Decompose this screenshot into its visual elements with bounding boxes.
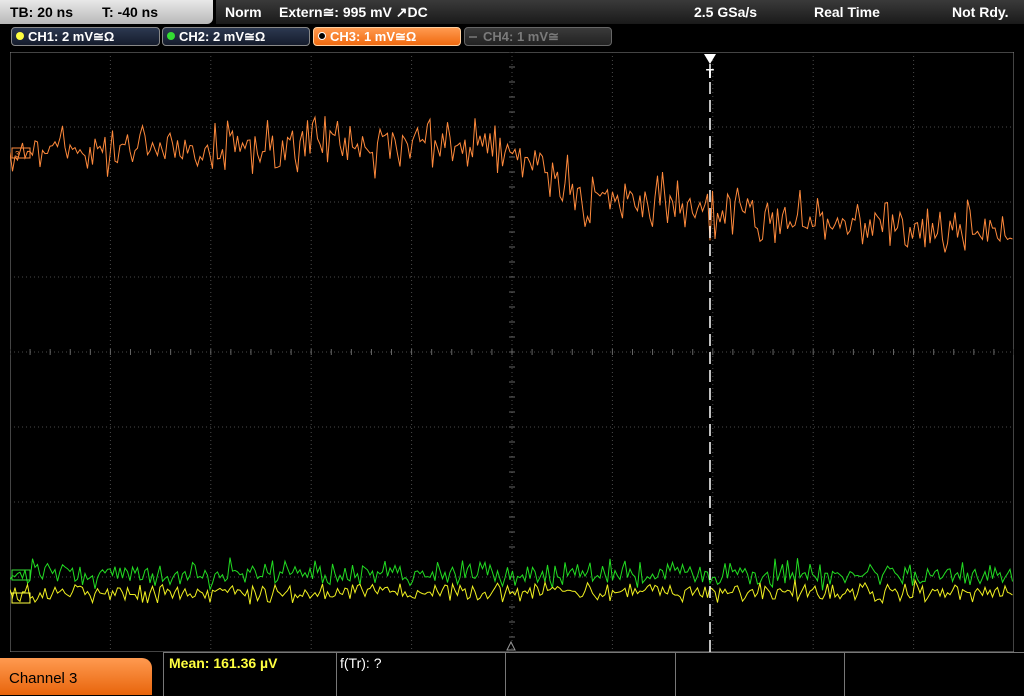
- tab-ch1[interactable]: CH1: 2 mV≅Ω: [11, 27, 160, 46]
- meas-cell-mean[interactable]: Mean: 161.36 µV: [163, 653, 337, 696]
- timebase-box[interactable]: TB: 20 ns T: -40 ns: [0, 0, 213, 24]
- meas-cell-empty-2[interactable]: [675, 653, 845, 696]
- ch4-label: CH4: 1 mV≅: [483, 29, 559, 44]
- ch4-off-icon: [469, 36, 477, 38]
- meas-cell-ftr[interactable]: f(Tr): ?: [336, 653, 506, 696]
- ftr-readout: f(Tr): ?: [340, 655, 382, 671]
- svg-text:3: 3: [15, 150, 20, 159]
- channel-menu-button[interactable]: Channel 3: [0, 658, 152, 695]
- trigger-time-value: T: -40 ns: [102, 4, 159, 20]
- ch3-label: CH3: 1 mV≅Ω: [330, 29, 417, 44]
- mean-readout: Mean: 161.36 µV: [169, 655, 278, 671]
- ch1-dot-icon: [16, 32, 24, 40]
- top-bar: TB: 20 ns T: -40 ns Norm Extern≅: 995 mV…: [0, 0, 1024, 24]
- bottom-bar: Channel 3 Mean: 161.36 µV f(Tr): ?: [0, 652, 1024, 696]
- trigger-marker-label: T: [706, 66, 714, 81]
- timebase-value: TB: 20 ns: [10, 4, 74, 20]
- ch3-dot-icon: [318, 32, 326, 40]
- ready-status: Not Rdy.: [952, 4, 1009, 20]
- tab-ch2[interactable]: CH2: 2 mV≅Ω: [162, 27, 310, 46]
- meas-cell-empty-1[interactable]: [505, 653, 676, 696]
- waveform-display[interactable]: T 3: [10, 52, 1014, 652]
- tab-ch3[interactable]: CH3: 1 mV≅Ω: [313, 27, 461, 46]
- measurement-panel: Mean: 161.36 µV f(Tr): ?: [163, 652, 1024, 696]
- ch2-dot-icon: [167, 32, 175, 40]
- status-bar[interactable]: Norm Extern≅: 995 mV ↗DC 2.5 GSa/s Real …: [216, 0, 1024, 24]
- acq-type: Real Time: [814, 4, 880, 20]
- meas-cell-empty-3[interactable]: [844, 653, 1024, 696]
- channel-tabs: CH1: 2 mV≅Ω CH2: 2 mV≅Ω CH3: 1 mV≅Ω CH4:…: [0, 26, 1024, 48]
- tab-ch4[interactable]: CH4: 1 mV≅: [464, 27, 612, 46]
- sample-rate: 2.5 GSa/s: [694, 4, 758, 20]
- acq-mode: Norm: [225, 4, 262, 20]
- ch1-label: CH1: 2 mV≅Ω: [28, 29, 115, 44]
- trigger-source: Extern≅: 995 mV ↗DC: [279, 4, 428, 20]
- ch2-label: CH2: 2 mV≅Ω: [179, 29, 266, 44]
